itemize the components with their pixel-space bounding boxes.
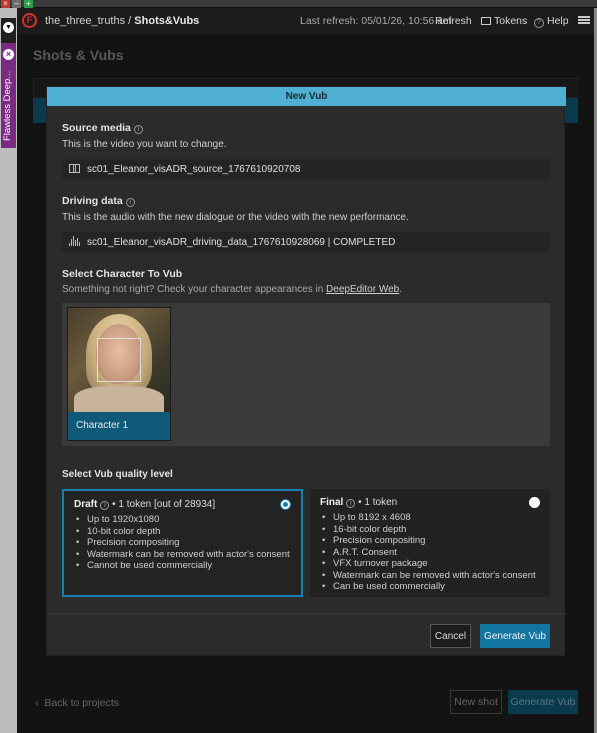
chevron-down-icon[interactable]: ▼ [3,22,14,33]
draft-cost: • 1 token [out of 28934] [109,499,216,510]
final-cost: • 1 token [355,497,398,508]
feature-item: 10-bit color depth [76,526,290,538]
driving-data-title: Driving data i [62,195,135,207]
breadcrumb-project[interactable]: the_three_truths [45,15,125,27]
character-hint-suffix: . [399,284,403,295]
feature-item: 16-bit color depth [322,524,536,536]
source-media-title: Source media i [62,122,143,134]
feature-item: VFX turnover package [322,558,536,570]
quality-title: Select Vub quality level [62,469,173,480]
ticket-icon [481,17,491,25]
draft-radio[interactable] [280,499,291,510]
help-icon: ? [534,18,544,28]
window-titlebar: × – + [0,0,597,8]
feature-item: Watermark can be removed with actor's co… [322,570,536,582]
source-media-value: sc01_Eleanor_visADR_source_1767610920708 [87,164,301,175]
breadcrumb: the_three_truths / Shots&Vubs [45,15,199,27]
info-icon[interactable]: i [125,198,135,207]
audio-waveform-icon [69,236,80,247]
source-media-desc: This is the video you want to change. [62,139,227,150]
draft-features: Up to 1920x1080 10-bit color depth Preci… [76,514,290,572]
breadcrumb-separator: / [125,15,135,27]
driving-data-value: sc01_Eleanor_visADR_driving_data_1767610… [87,237,396,248]
generate-vub-button[interactable]: Generate Vub [480,624,550,648]
draft-name: Draft [74,499,98,510]
help-button[interactable]: ? Help [534,15,569,28]
deepeditor-web-link[interactable]: DeepEditor Web [326,284,399,295]
info-icon[interactable]: i [133,125,143,134]
close-icon[interactable]: × [3,49,14,60]
quality-option-final[interactable]: Finali • 1 token Up to 8192 x 4608 16-bi… [310,489,550,597]
last-refresh-text: Last refresh: 05/01/26, 10:56 am [300,15,452,27]
window-minimize-button[interactable]: – [12,0,21,8]
character-hint-text: Something not right? Check your characte… [62,284,327,295]
help-label: Help [547,15,569,27]
modal-title: New Vub [47,87,566,106]
refresh-button[interactable]: Refresh [435,15,472,27]
feature-item: Precision compositing [76,537,290,549]
film-icon [69,164,80,173]
window-maximize-button[interactable]: + [24,0,33,8]
thumbnail-sweater [74,386,164,412]
source-media-field[interactable]: sc01_Eleanor_visADR_source_1767610920708 [62,159,550,179]
feature-item: Cannot be used commercially [76,560,290,572]
face-detection-box [97,338,141,382]
top-nav: F the_three_truths / Shots&Vubs Last ref… [17,8,594,34]
final-name: Final [320,497,344,508]
driving-data-desc: This is the audio with the new dialogue … [62,212,409,223]
plugin-tab-label: Flawless Deep... [2,70,13,141]
final-title: Final i • 1 token [320,497,397,508]
character-card-label: Character 1 [68,412,170,440]
character-panel: Character 1 [62,303,550,446]
modal-divider [47,613,566,614]
driving-data-field[interactable]: sc01_Eleanor_visADR_driving_data_1767610… [62,232,550,252]
tokens-button[interactable]: Tokens [481,15,527,27]
feature-item: Can be used commercially [322,581,536,593]
cancel-button[interactable]: Cancel [430,624,471,648]
menu-icon[interactable] [578,16,590,24]
new-vub-modal: New Vub Source media i This is the video … [46,86,566,656]
feature-item: A.R.T. Consent [322,547,536,559]
quality-option-draft[interactable]: Drafti • 1 token [out of 28934] Up to 19… [62,489,303,597]
select-character-title: Select Character To Vub [62,268,183,280]
final-radio[interactable] [529,497,540,508]
final-features: Up to 8192 x 4608 16-bit color depth Pre… [322,512,536,593]
character-hint: Something not right? Check your characte… [62,284,402,295]
feature-item: Precision compositing [322,535,536,547]
plugin-tab[interactable]: × Flawless Deep... [1,43,16,148]
plugin-strip: ▼ × Flawless Deep... [0,8,17,733]
feature-item: Up to 1920x1080 [76,514,290,526]
character-thumbnail [68,308,170,412]
character-card[interactable]: Character 1 [67,307,171,441]
breadcrumb-section: Shots&Vubs [134,15,200,27]
app-logo-icon[interactable]: F [22,13,37,28]
draft-title: Draft i • 1 token [out of 28934] [74,499,215,510]
window-close-button[interactable]: × [1,0,10,8]
feature-item: Watermark can be removed with actor's co… [76,549,290,561]
tokens-label: Tokens [494,15,528,27]
driving-data-title-text: Driving data [62,195,123,207]
info-icon[interactable]: i [346,499,356,508]
source-media-title-text: Source media [62,122,131,134]
info-icon[interactable]: i [100,501,110,510]
feature-item: Up to 8192 x 4608 [322,512,536,524]
